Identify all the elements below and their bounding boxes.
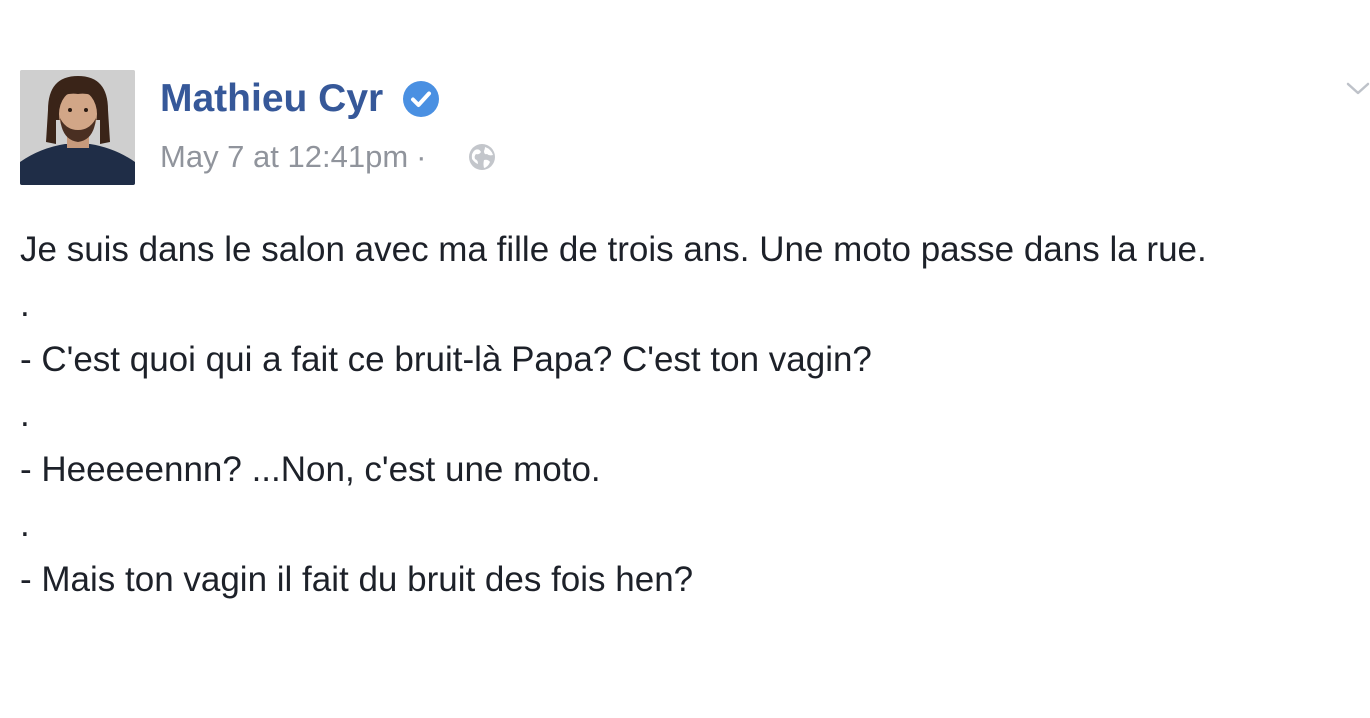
meta-separator: ·: [416, 139, 427, 174]
post-line: - Mais ton vagin il fait du bruit des fo…: [20, 560, 694, 599]
post-line: .: [20, 285, 30, 324]
profile-photo: [20, 70, 135, 185]
post-line: .: [20, 395, 30, 434]
avatar[interactable]: [20, 70, 135, 185]
post-line: - C'est quoi qui a fait ce bruit-là Papa…: [20, 340, 872, 379]
author-name-link[interactable]: Mathieu Cyr: [160, 76, 383, 122]
post-line: - Heeeeennn? ...Non, c'est une moto.: [20, 450, 601, 489]
globe-icon[interactable]: [467, 142, 497, 172]
chevron-down-icon[interactable]: [1346, 76, 1370, 100]
facebook-post: Mathieu Cyr May 7 at 12:41pm · Je suis da…: [0, 0, 1370, 718]
post-line: Je suis dans le salon avec ma fille de t…: [20, 230, 1207, 269]
post-meta: May 7 at 12:41pm ·: [160, 138, 432, 176]
post-body: Je suis dans le salon avec ma fille de t…: [20, 222, 1340, 607]
verified-badge-icon: [403, 81, 439, 117]
post-timestamp-link[interactable]: May 7 at 12:41pm: [160, 139, 408, 174]
post-line: .: [20, 505, 30, 544]
